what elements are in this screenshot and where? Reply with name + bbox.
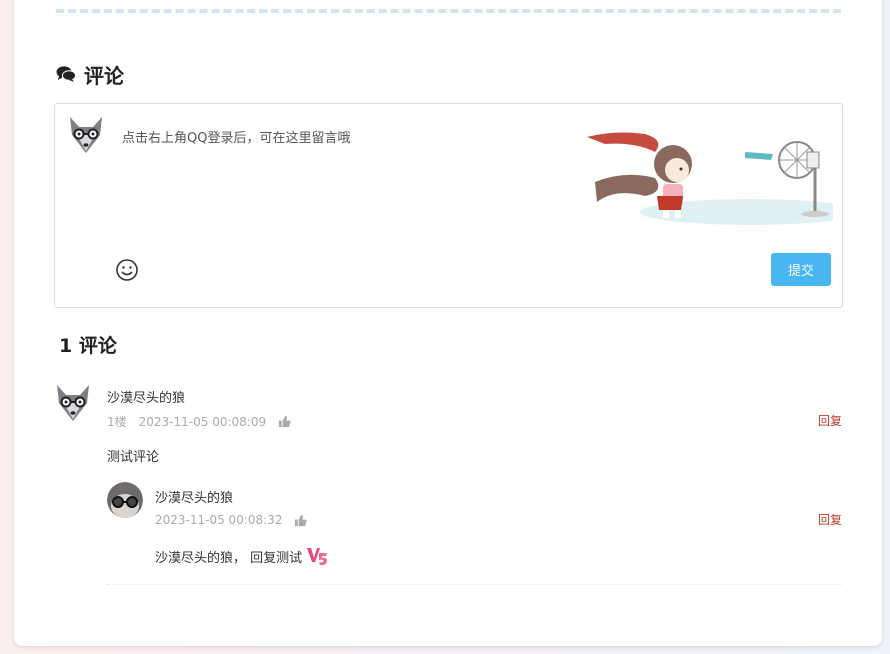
v5-sticker-icon [307,548,328,566]
reply-author[interactable]: 沙漠尽头的狼 [155,487,233,506]
reply-time: 2023-11-05 00:08:32 [155,513,283,527]
comments-card: 评论 点击右上角QQ登录后，可在这里留言哦 提交 1 评论 沙漠尽头的狼 1楼 … [14,0,882,646]
reply-button[interactable]: 回复 [818,412,842,429]
wolf-avatar [70,117,102,153]
comment-body: 测试评论 [107,450,160,465]
smile-icon[interactable] [115,258,139,282]
comment-divider [107,584,841,585]
reply-meta: 2023-11-05 00:08:32 [155,513,307,527]
comment-time: 2023-11-05 00:08:09 [138,414,267,429]
reply-avatar [107,482,143,518]
thumbs-up-icon[interactable] [294,514,307,527]
section-title-label: 评论 [84,63,124,88]
submit-button[interactable]: 提交 [771,253,831,286]
comment-input[interactable]: 点击右上角QQ登录后，可在这里留言哦 [122,127,350,146]
comment-floor: 1楼 [107,415,127,429]
reply-body: 沙漠尽头的狼， 回复测试 [155,545,328,567]
section-title: 评论 [56,61,124,88]
thumbs-up-icon[interactable] [278,415,291,428]
comment-box[interactable]: 点击右上角QQ登录后，可在这里留言哦 提交 [54,103,843,308]
reply-body-text: 沙漠尽头的狼， 回复测试 [155,550,303,566]
comments-icon [56,66,76,82]
reply-button[interactable]: 回复 [818,511,842,528]
comment-count-title: 1 评论 [59,335,117,357]
comment-meta: 1楼 2023-11-05 00:08:09 [107,413,291,430]
girl-and-fan-illustration [587,132,833,225]
comment-author[interactable]: 沙漠尽头的狼 [107,387,185,406]
wolf-avatar [57,385,89,421]
dashed-divider [56,9,841,13]
